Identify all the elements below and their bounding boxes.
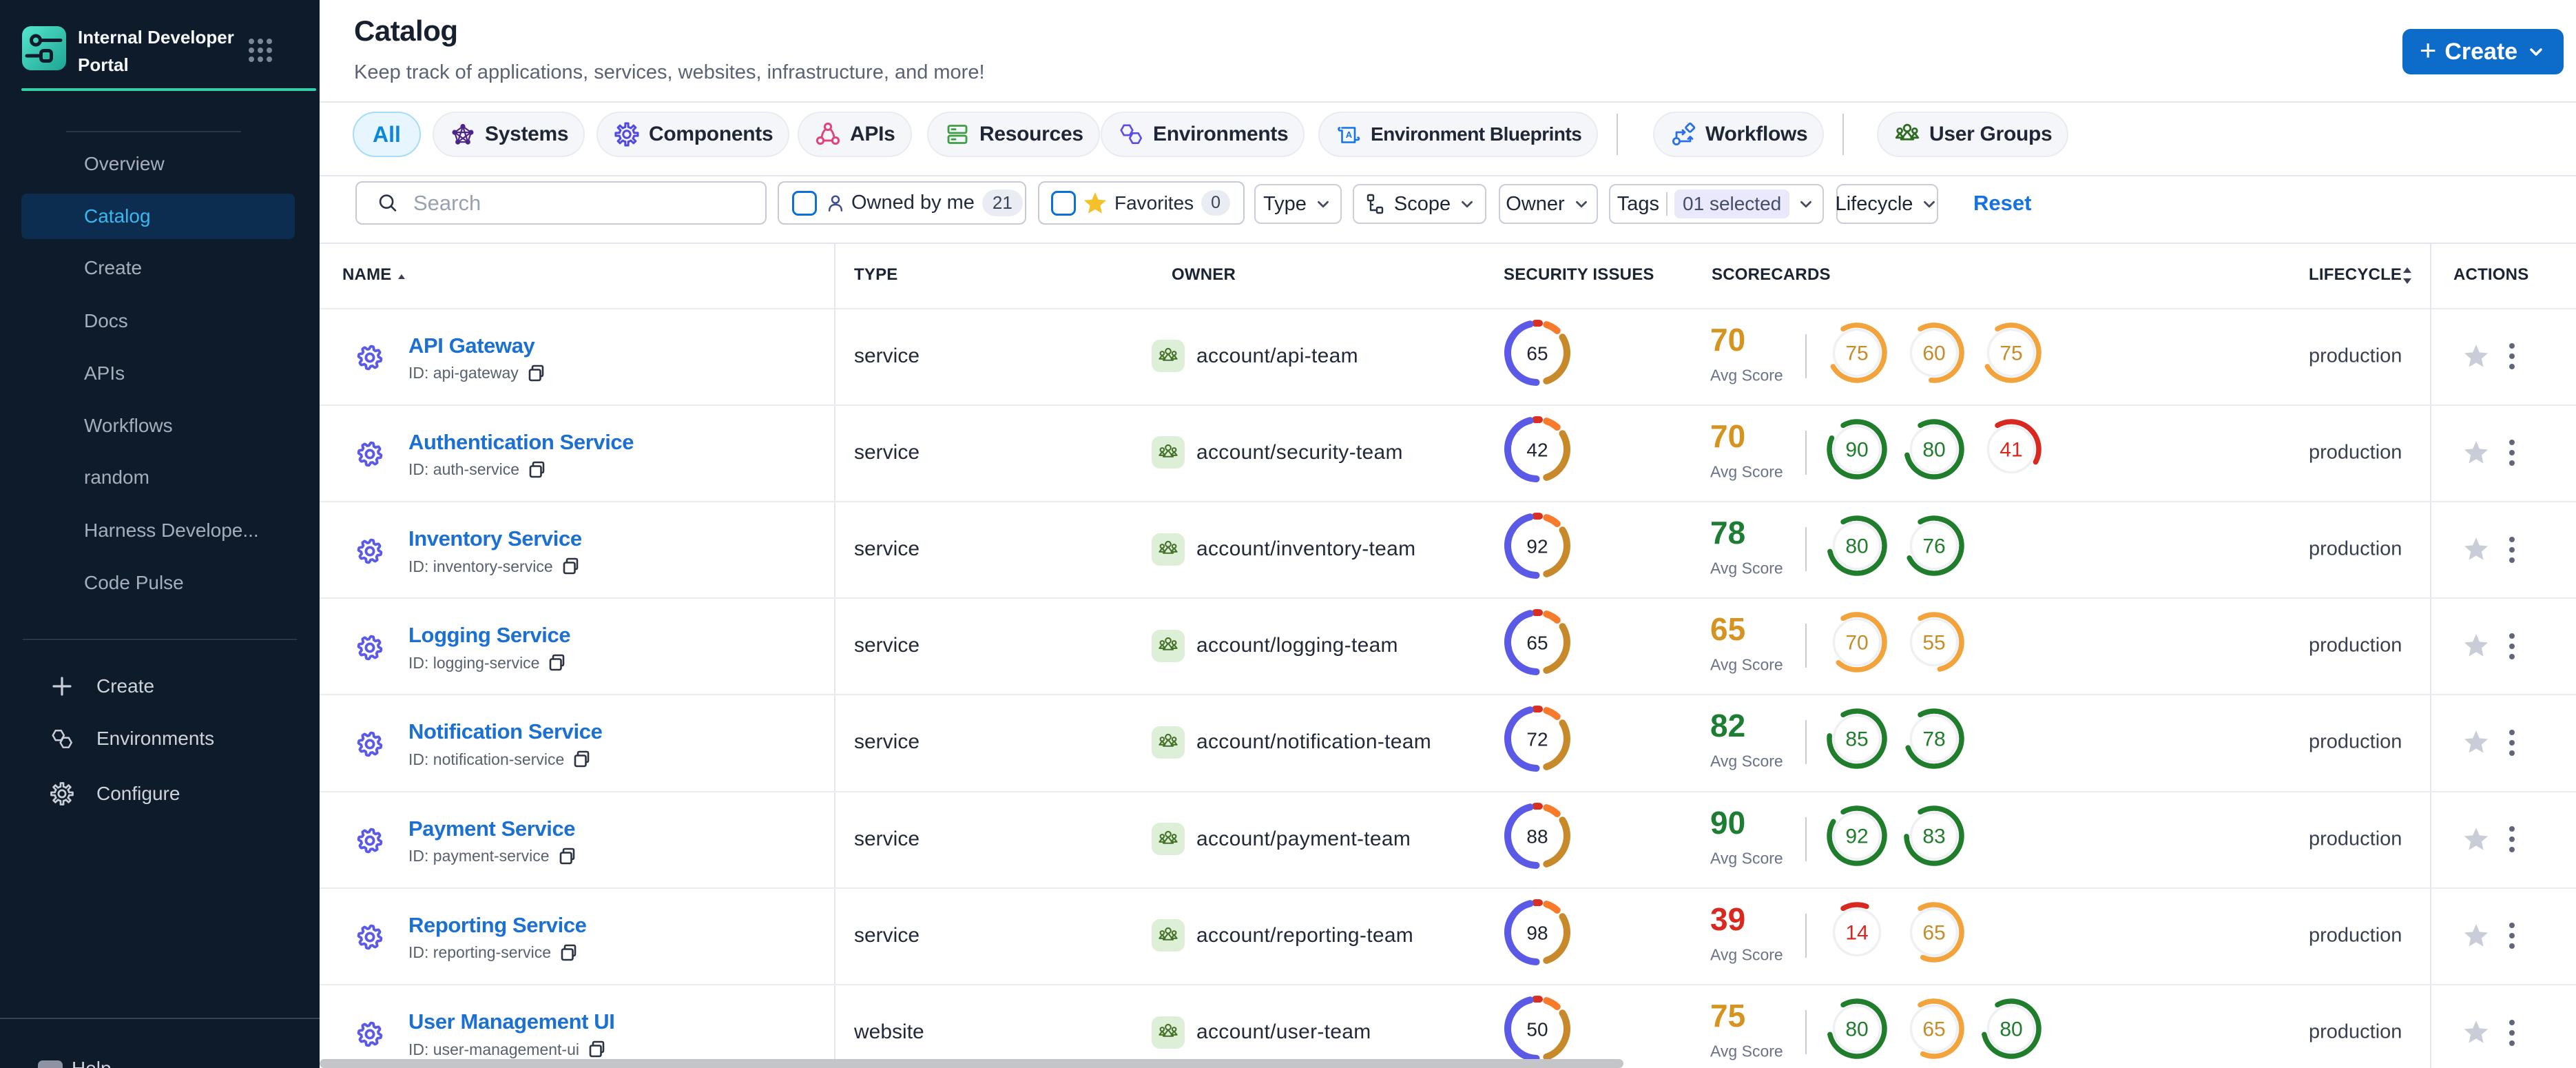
- svg-text:A: A: [1346, 130, 1353, 140]
- svg-text:98: 98: [1526, 922, 1548, 943]
- svg-text:65: 65: [1922, 921, 1945, 944]
- svg-text:50: 50: [1526, 1019, 1548, 1040]
- svg-text:80: 80: [1845, 535, 1868, 558]
- svg-text:75: 75: [1999, 342, 2022, 364]
- svg-text:88: 88: [1526, 825, 1548, 847]
- svg-text:92: 92: [1845, 825, 1868, 848]
- svg-text:65: 65: [1526, 342, 1548, 364]
- svg-text:80: 80: [1999, 1018, 2022, 1041]
- svg-text:65: 65: [1526, 633, 1548, 654]
- svg-text:80: 80: [1922, 438, 1945, 461]
- svg-text:85: 85: [1845, 728, 1868, 751]
- svg-text:41: 41: [1999, 438, 2022, 461]
- svg-text:70: 70: [1845, 632, 1868, 655]
- svg-text:60: 60: [1922, 342, 1945, 364]
- svg-text:14: 14: [1845, 921, 1868, 944]
- svg-text:55: 55: [1922, 632, 1945, 655]
- svg-text:83: 83: [1922, 825, 1945, 848]
- svg-text:72: 72: [1526, 729, 1548, 750]
- svg-text:90: 90: [1845, 438, 1868, 461]
- svg-text:65: 65: [1922, 1018, 1945, 1041]
- svg-text:80: 80: [1845, 1018, 1868, 1041]
- svg-text:42: 42: [1526, 439, 1548, 460]
- svg-text:78: 78: [1922, 728, 1945, 751]
- svg-text:92: 92: [1526, 536, 1548, 557]
- svg-text:76: 76: [1922, 535, 1945, 558]
- svg-text:75: 75: [1845, 342, 1868, 364]
